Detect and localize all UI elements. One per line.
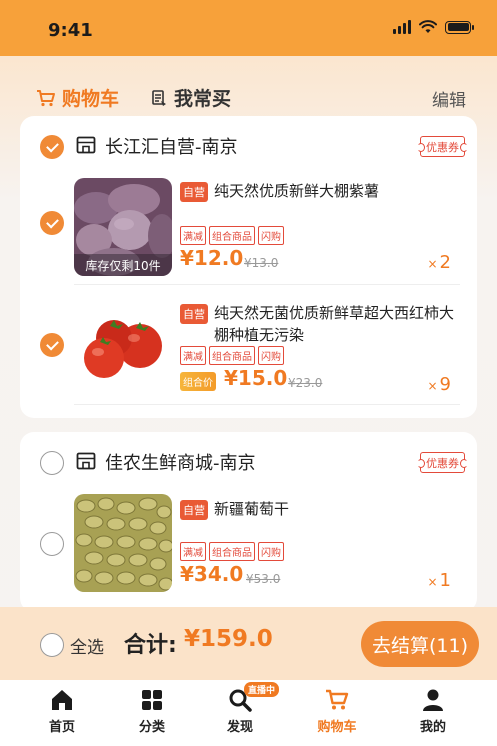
live-badge: 直播中 — [244, 682, 280, 697]
tab-cart[interactable]: 购物车 — [36, 84, 119, 111]
promo-tags: 满减 组合商品 闪购 — [180, 542, 284, 561]
total-value: ¥159.0 — [184, 626, 273, 652]
product-image-tomato[interactable] — [74, 296, 172, 394]
item-checkbox[interactable] — [40, 333, 64, 357]
item-checkbox[interactable] — [40, 211, 64, 235]
store-header: 长江汇自营-南京 优惠券 — [20, 116, 477, 172]
tabbar-item-cart[interactable]: 购物车 — [297, 688, 377, 735]
promo-tag: 组合商品 — [209, 346, 255, 365]
tab-cart-label: 购物车 — [62, 88, 120, 110]
tabbar-label: 发现 — [226, 720, 253, 735]
tabbar-item-profile[interactable]: 我的 — [393, 688, 473, 735]
quantity-value: 2 — [439, 252, 451, 273]
product-title[interactable]: 纯天然无菌优质新鲜草超大西红柿大棚种植无污染 — [214, 302, 464, 346]
store-name[interactable]: 长江汇自营-南京 — [105, 133, 238, 159]
quantity[interactable]: × 2 — [427, 252, 451, 273]
cart-icon — [326, 689, 349, 710]
promo-tag: 组合商品 — [209, 542, 255, 561]
original-price: ¥13.0 — [244, 256, 279, 270]
select-all-label[interactable]: 全选 — [70, 633, 104, 658]
coupon-button[interactable]: 优惠券 — [417, 452, 468, 473]
quantity-value: 9 — [439, 374, 451, 395]
product-image-raisins[interactable] — [74, 494, 172, 592]
home-icon — [52, 690, 72, 710]
store-icon — [76, 136, 96, 154]
store-name[interactable]: 佳农生鲜商城-南京 — [105, 449, 256, 475]
discover-icon-wrap: 直播中 — [228, 682, 280, 712]
wifi-icon — [419, 20, 437, 33]
tabbar-label: 我的 — [419, 720, 446, 735]
product-price: ¥12.0 — [180, 246, 244, 270]
cart-icon — [37, 89, 55, 106]
status-time: 9:41 — [48, 20, 93, 41]
tabbar-label: 首页 — [48, 720, 75, 735]
promo-tags: 满减 组合商品 闪购 — [180, 226, 284, 245]
battery-icon — [445, 20, 474, 34]
bottom-tab-bar: 首页 分类 直播中 发现 购物车 我的 — [0, 680, 497, 746]
cart-header: 购物车 我常买 编辑 — [36, 84, 466, 112]
stock-tip: 库存仅剩10件 — [74, 254, 172, 276]
category-icon — [142, 690, 162, 710]
tomato-image — [74, 296, 172, 394]
often-buy-icon — [152, 89, 166, 106]
store-card: 长江汇自营-南京 优惠券 库存仅剩10件 自营 纯天然优质新鲜大棚紫薯 满减 组… — [20, 116, 477, 418]
tabbar-label: 购物车 — [317, 720, 357, 735]
promo-tag: 满减 — [180, 226, 206, 245]
product-price: ¥34.0 — [180, 562, 244, 586]
tab-often-buy-label: 我常买 — [174, 88, 232, 110]
signal-icon — [393, 20, 411, 34]
raisins-image — [74, 494, 172, 592]
quantity[interactable]: × 9 — [427, 374, 451, 395]
product-price: ¥15.0 — [224, 366, 288, 390]
quantity-value: 1 — [439, 570, 451, 591]
profile-icon — [423, 689, 443, 711]
status-bar: 9:41 — [0, 0, 497, 56]
promo-tag: 满减 — [180, 542, 206, 561]
product-image-sweet-potato[interactable]: 库存仅剩10件 — [74, 178, 172, 276]
item-checkbox[interactable] — [40, 532, 64, 556]
tabbar-label: 分类 — [138, 720, 165, 735]
tabbar-item-home[interactable]: 首页 — [22, 688, 102, 735]
combo-price-badge: 组合价 — [180, 372, 216, 391]
product-title[interactable]: 新疆葡萄干 — [214, 498, 464, 520]
self-operated-badge: 自营 — [180, 182, 208, 202]
product-title[interactable]: 纯天然优质新鲜大棚紫薯 — [214, 180, 464, 202]
original-price: ¥53.0 — [246, 572, 281, 586]
self-operated-badge: 自营 — [180, 500, 208, 520]
promo-tag: 满减 — [180, 346, 206, 365]
store-checkbox[interactable] — [40, 135, 64, 159]
promo-tag: 闪购 — [258, 346, 284, 365]
quantity[interactable]: × 1 — [427, 570, 451, 591]
promo-tags: 满减 组合商品 闪购 — [180, 346, 284, 365]
tabbar-item-category[interactable]: 分类 — [112, 688, 192, 735]
promo-tag: 闪购 — [258, 542, 284, 561]
tabbar-item-discover[interactable]: 直播中 发现 — [200, 682, 280, 735]
item-divider — [74, 284, 460, 285]
edit-button[interactable]: 编辑 — [432, 86, 466, 111]
total-label: 合计: — [124, 633, 177, 658]
tab-often-buy[interactable]: 我常买 — [150, 84, 231, 111]
coupon-button[interactable]: 优惠券 — [417, 136, 468, 157]
status-icons — [393, 20, 474, 34]
select-all-checkbox[interactable] — [40, 633, 64, 657]
promo-tag: 组合商品 — [209, 226, 255, 245]
self-operated-badge: 自营 — [180, 304, 208, 324]
promo-tag: 闪购 — [258, 226, 284, 245]
checkout-button[interactable]: 去结算(11) — [361, 621, 479, 667]
store-header: 佳农生鲜商城-南京 优惠券 — [20, 432, 477, 488]
store-card: 佳农生鲜商城-南京 优惠券 自营 新疆葡萄干 满减 组合商品 闪购 ¥34.0 … — [20, 432, 477, 612]
checkout-bar: 全选 合计: ¥159.0 去结算(11) — [0, 607, 497, 680]
store-icon — [76, 452, 96, 470]
original-price: ¥23.0 — [288, 376, 323, 390]
store-checkbox[interactable] — [40, 451, 64, 475]
item-divider — [74, 404, 460, 405]
